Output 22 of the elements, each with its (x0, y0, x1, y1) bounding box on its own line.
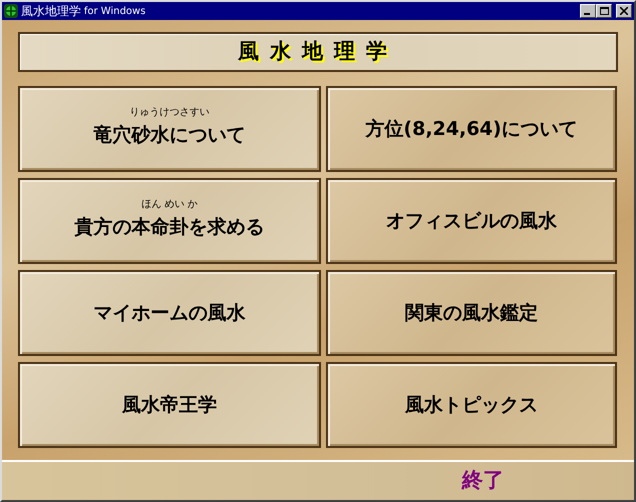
menu-button[interactable]: マイホームの風水 (18, 270, 321, 356)
exit-button[interactable]: 終了 (458, 465, 508, 497)
menu-label: 竜穴砂水について (94, 123, 246, 148)
app-header: 風水地理学 (18, 32, 618, 72)
menu-button[interactable]: ほん めい か 貴方の本命卦を求める (18, 178, 321, 264)
app-icon (4, 4, 18, 18)
menu-button[interactable]: オフィスビルの風水 (326, 178, 617, 264)
window-title-suffix: for Windows (84, 4, 146, 18)
menu-button[interactable]: 関東の風水鑑定 (326, 270, 617, 356)
window-title: 風水地理学 (21, 3, 81, 20)
menu-label: 貴方の本命卦を求める (74, 215, 264, 240)
menu-button[interactable]: 風水帝王学 (18, 362, 321, 448)
menu-button[interactable]: 風水トピックス (326, 362, 617, 448)
menu-button[interactable]: 方位(8,24,64)について (326, 86, 617, 172)
maximize-icon (600, 7, 608, 15)
maximize-button[interactable] (596, 4, 612, 18)
minimize-button[interactable] (580, 4, 596, 18)
menu-button[interactable]: りゅうけつさすい 竜穴砂水について (18, 86, 321, 172)
close-button[interactable] (616, 4, 632, 18)
furigana: りゅうけつさすい (130, 108, 210, 118)
furigana: ほん めい か (141, 200, 198, 210)
close-icon (620, 7, 628, 15)
